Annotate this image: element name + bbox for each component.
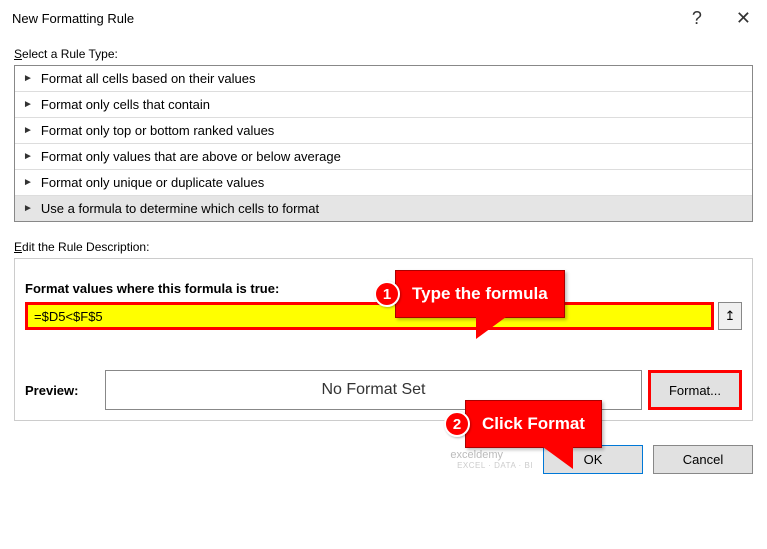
range-selector-button[interactable]: ↥ xyxy=(718,302,742,330)
rule-type-item[interactable]: ► Format only unique or duplicate values xyxy=(15,170,752,196)
dialog-title: New Formatting Rule xyxy=(12,11,692,26)
annotation-callout-2: 2 Click Format xyxy=(465,400,602,448)
annotation-badge-1: 1 xyxy=(374,281,400,307)
collapse-dialog-icon: ↥ xyxy=(725,308,736,324)
watermark: exceldemy EXCEL · DATA · BI xyxy=(450,449,533,470)
rule-marker-icon: ► xyxy=(23,125,33,136)
title-bar: New Formatting Rule ? ✕ xyxy=(0,0,767,41)
rule-type-item[interactable]: ► Use a formula to determine which cells … xyxy=(15,196,752,221)
annotation-text-2: Click Format xyxy=(482,414,585,434)
close-icon[interactable]: ✕ xyxy=(732,8,755,29)
rule-type-item[interactable]: ► Format only top or bottom ranked values xyxy=(15,118,752,144)
cancel-button[interactable]: Cancel xyxy=(653,445,753,474)
preview-label: Preview: xyxy=(25,370,105,410)
rule-type-item[interactable]: ► Format only values that are above or be… xyxy=(15,144,752,170)
formula-input[interactable] xyxy=(25,302,714,330)
rule-marker-icon: ► xyxy=(23,99,33,110)
rule-marker-icon: ► xyxy=(23,177,33,188)
rule-type-item[interactable]: ► Format only cells that contain xyxy=(15,92,752,118)
dialog-footer: exceldemy EXCEL · DATA · BI OK Cancel xyxy=(0,431,767,488)
select-rule-type-label: Select a Rule Type: xyxy=(14,47,753,61)
annotation-badge-2: 2 xyxy=(444,411,470,437)
rule-type-item[interactable]: ► Format all cells based on their values xyxy=(15,66,752,92)
rule-marker-icon: ► xyxy=(23,203,33,214)
format-button[interactable]: Format... xyxy=(648,370,742,410)
rule-type-item-label: Format only values that are above or bel… xyxy=(41,149,341,164)
rule-type-item-label: Format all cells based on their values xyxy=(41,71,256,86)
annotation-callout-1: 1 Type the formula xyxy=(395,270,565,318)
rule-type-item-label: Use a formula to determine which cells t… xyxy=(41,201,319,216)
annotation-text-1: Type the formula xyxy=(412,284,548,304)
rule-type-item-label: Format only unique or duplicate values xyxy=(41,175,264,190)
help-icon[interactable]: ? xyxy=(692,8,702,29)
edit-rule-description-label: Edit the Rule Description: xyxy=(14,240,753,254)
rule-marker-icon: ► xyxy=(23,73,33,84)
rule-marker-icon: ► xyxy=(23,151,33,162)
rule-type-item-label: Format only cells that contain xyxy=(41,97,210,112)
rule-type-list[interactable]: ►Format all cells based on their values►… xyxy=(14,65,753,222)
rule-type-item-label: Format only top or bottom ranked values xyxy=(41,123,274,138)
